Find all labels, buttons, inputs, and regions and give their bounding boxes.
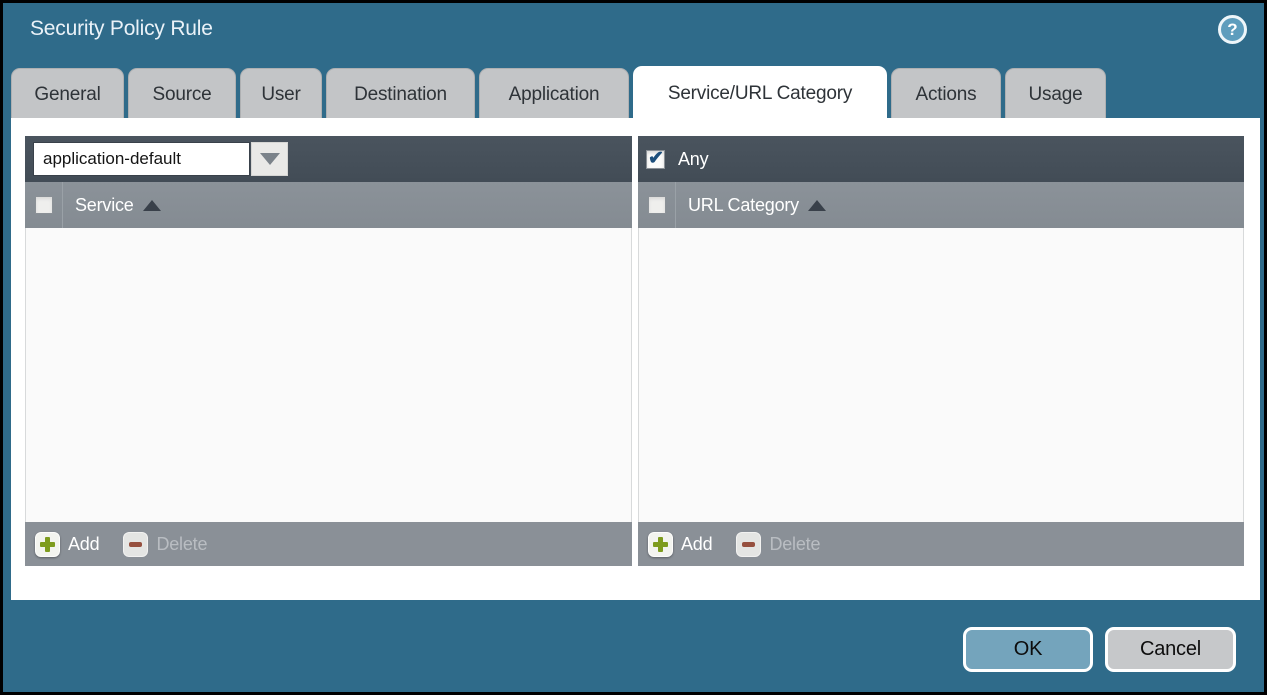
- tab-application[interactable]: Application: [479, 68, 629, 120]
- url-category-table-body[interactable]: [638, 228, 1244, 522]
- service-delete-label: Delete: [156, 534, 207, 555]
- service-select-all-cell: [25, 182, 63, 228]
- url-category-select-all-checkbox[interactable]: [648, 196, 666, 214]
- dialog-title: Security Policy Rule: [30, 17, 213, 41]
- url-category-table-header: URL Category: [638, 182, 1244, 228]
- help-icon[interactable]: ?: [1218, 15, 1247, 44]
- any-label: Any: [678, 149, 708, 170]
- minus-icon: [123, 532, 148, 557]
- sort-ascending-triangle-icon: [143, 200, 161, 211]
- url-category-column-header[interactable]: URL Category: [688, 195, 826, 216]
- tab-source[interactable]: Source: [128, 68, 236, 120]
- service-column-label: Service: [75, 195, 134, 216]
- tab-content-area: application-default Service Add: [11, 118, 1260, 600]
- service-add-button[interactable]: Add: [35, 532, 99, 557]
- url-category-panel: Any URL Category Add Delete: [638, 136, 1244, 566]
- tab-destination[interactable]: Destination: [326, 68, 475, 120]
- url-category-delete-label: Delete: [769, 534, 820, 555]
- service-type-dropdown-button[interactable]: [251, 142, 288, 176]
- url-category-toolbar: Any: [638, 136, 1244, 182]
- url-category-add-button[interactable]: Add: [648, 532, 712, 557]
- tab-service-url-category[interactable]: Service/URL Category: [633, 66, 887, 120]
- service-toolbar: application-default: [25, 136, 632, 182]
- service-delete-button[interactable]: Delete: [123, 532, 207, 557]
- chevron-down-icon: [260, 153, 280, 165]
- tab-usage[interactable]: Usage: [1005, 68, 1106, 120]
- cancel-button[interactable]: Cancel: [1105, 627, 1236, 672]
- minus-icon: [736, 532, 761, 557]
- service-table-header: Service: [25, 182, 632, 228]
- sort-ascending-triangle-icon: [808, 200, 826, 211]
- service-panel: application-default Service Add: [25, 136, 632, 566]
- tab-user[interactable]: User: [240, 68, 322, 120]
- security-policy-rule-dialog: Security Policy Rule ? General Source Us…: [0, 0, 1267, 695]
- plus-icon: [648, 532, 673, 557]
- service-add-label: Add: [68, 534, 99, 555]
- service-table-body[interactable]: [25, 228, 632, 522]
- url-category-footer: Add Delete: [638, 522, 1244, 566]
- url-category-select-all-cell: [638, 182, 676, 228]
- url-category-column-label: URL Category: [688, 195, 799, 216]
- plus-icon: [35, 532, 60, 557]
- service-column-header[interactable]: Service: [75, 195, 161, 216]
- any-checkbox[interactable]: [646, 150, 665, 169]
- service-footer: Add Delete: [25, 522, 632, 566]
- tab-actions[interactable]: Actions: [891, 68, 1001, 120]
- ok-button[interactable]: OK: [963, 627, 1093, 672]
- url-category-add-label: Add: [681, 534, 712, 555]
- url-category-delete-button[interactable]: Delete: [736, 532, 820, 557]
- service-select-all-checkbox[interactable]: [35, 196, 53, 214]
- service-type-dropdown[interactable]: application-default: [33, 142, 250, 176]
- tab-bar: General Source User Destination Applicat…: [11, 66, 1106, 120]
- tab-general[interactable]: General: [11, 68, 124, 120]
